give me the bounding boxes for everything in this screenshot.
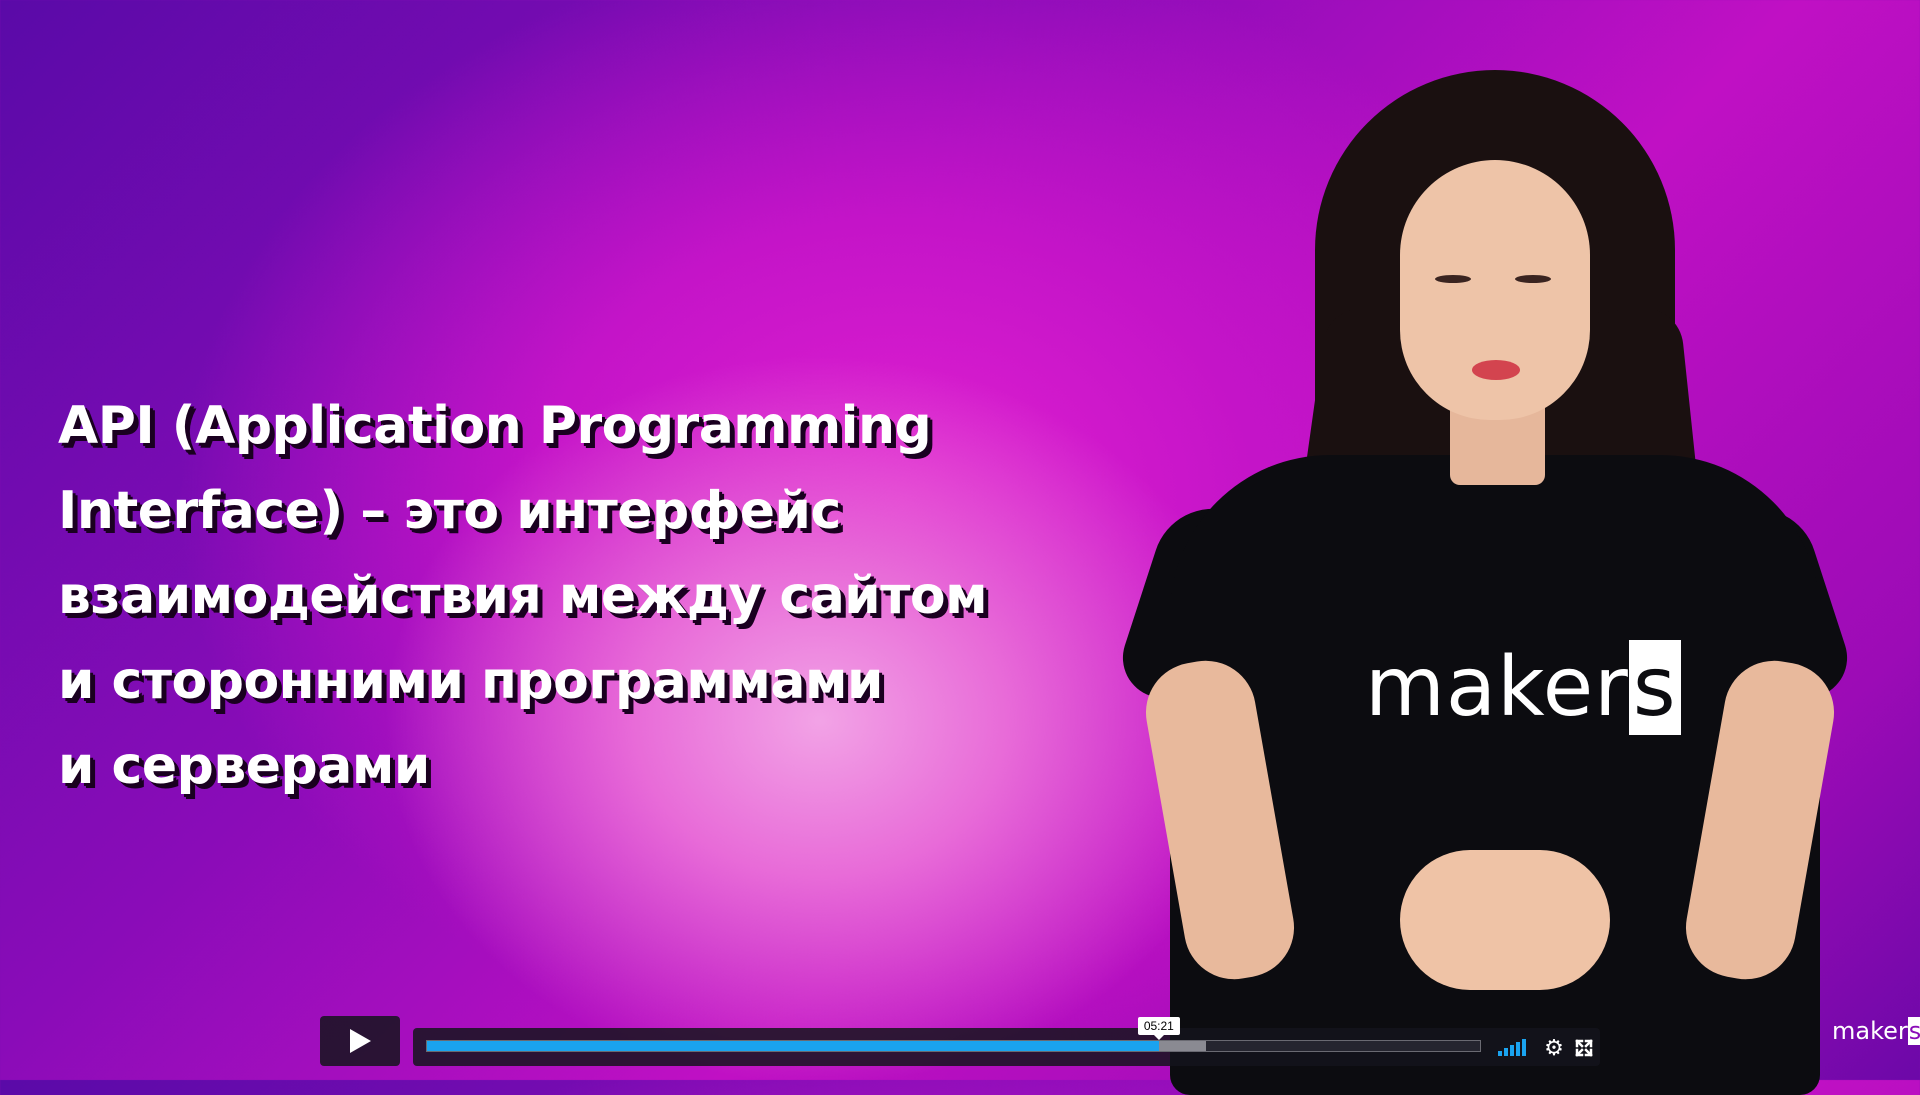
watermark-last: s	[1907, 1017, 1920, 1045]
headline-line: взаимодействия между сайтом	[58, 566, 988, 626]
volume-bar-4	[1516, 1042, 1520, 1056]
watermark-main: maker	[1832, 1017, 1908, 1045]
progress-played	[427, 1041, 1159, 1051]
brand-watermark-logo: makers	[1832, 1017, 1920, 1045]
presenter-hands	[1400, 850, 1610, 990]
volume-bar-3	[1510, 1045, 1514, 1056]
shirt-logo: makers	[1365, 640, 1681, 735]
presenter-eye-right	[1515, 275, 1551, 283]
headline-line: и серверами	[58, 736, 430, 796]
headline-line: Interface) – это интерфейс	[58, 481, 841, 541]
presenter-figure: makers	[1112, 60, 1858, 1095]
volume-bar-5	[1522, 1039, 1526, 1056]
progress-bar[interactable]: 05:21	[426, 1017, 1481, 1052]
player-control-bar: 05:21 ⚙	[413, 1017, 1600, 1066]
current-time-tooltip: 05:21	[1137, 1017, 1180, 1040]
gear-icon[interactable]: ⚙	[1543, 1037, 1565, 1059]
presenter-mouth	[1472, 360, 1520, 380]
slide-headline: API (Application Programming Interface) …	[58, 384, 1038, 809]
volume-bar-1	[1498, 1051, 1502, 1056]
play-button[interactable]	[320, 1016, 400, 1066]
headline-line: и сторонними программами	[58, 651, 883, 711]
presenter-eye-left	[1435, 275, 1471, 283]
headline-line: API (Application Programming	[58, 396, 932, 456]
video-stage[interactable]: makers API (Application Programming Inte…	[0, 0, 1920, 1095]
volume-bar-2	[1504, 1048, 1508, 1056]
presenter-face	[1400, 160, 1590, 420]
shirt-logo-last: s	[1628, 640, 1681, 735]
fullscreen-icon[interactable]	[1573, 1037, 1595, 1059]
shirt-logo-main: maker	[1365, 640, 1629, 735]
volume-bars-icon[interactable]	[1498, 1038, 1528, 1056]
play-icon	[350, 1029, 371, 1053]
